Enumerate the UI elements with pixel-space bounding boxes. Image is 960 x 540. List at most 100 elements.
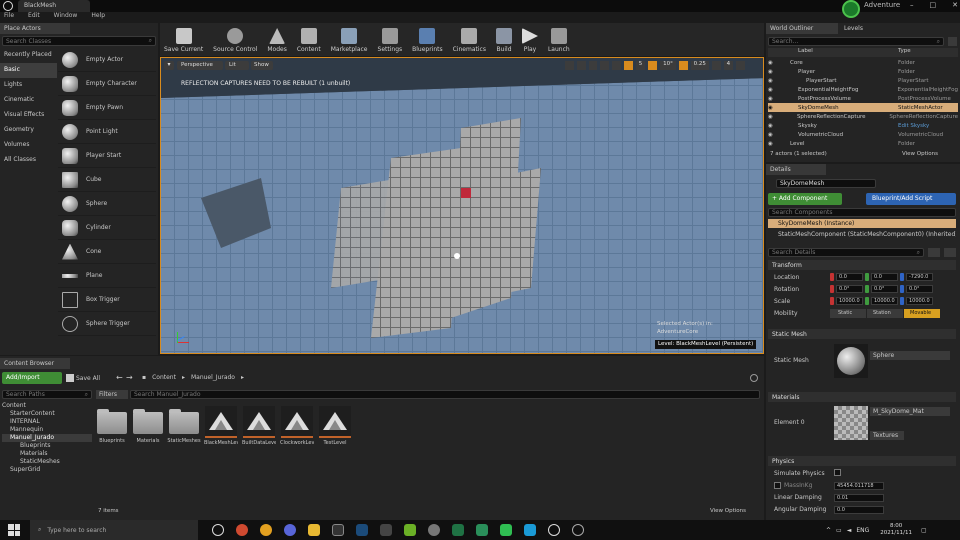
world-icon[interactable] bbox=[600, 61, 610, 70]
world-outliner-tab[interactable]: World Outliner bbox=[766, 23, 838, 34]
level-tab[interactable]: BlackMesh bbox=[18, 0, 90, 12]
mobility-stationary-button[interactable]: Station bbox=[867, 309, 903, 318]
actor-item-plane[interactable]: Plane bbox=[58, 264, 156, 288]
tree-internal[interactable]: INTERNAL bbox=[2, 418, 92, 426]
launch-button[interactable]: Launch bbox=[548, 26, 570, 53]
search-classes-input[interactable]: Search Classes ⌕ bbox=[2, 36, 156, 46]
category-recently-placed[interactable]: Recently Placed bbox=[0, 48, 57, 63]
mass-field[interactable]: 45454.011718 bbox=[834, 482, 884, 490]
visibility-eye-icon[interactable]: ◉ bbox=[768, 123, 782, 129]
asset-folder-blueprints[interactable]: Blueprints bbox=[96, 406, 128, 502]
cortana-icon[interactable] bbox=[212, 524, 224, 536]
play-button[interactable]: Play bbox=[521, 26, 538, 53]
static-mesh-dropdown[interactable]: Sphere bbox=[870, 351, 950, 360]
linear-damping-field[interactable]: 0.01 bbox=[834, 494, 884, 502]
menu-file[interactable]: File bbox=[4, 12, 14, 22]
close-icon[interactable]: ✕ bbox=[952, 1, 958, 10]
file-explorer-icon[interactable] bbox=[308, 524, 320, 536]
simulate-physics-checkbox[interactable] bbox=[834, 469, 841, 476]
static-mesh-section[interactable]: Static Mesh bbox=[768, 329, 956, 339]
add-component-button[interactable]: + Add Component bbox=[768, 193, 842, 205]
add-import-button[interactable]: Add/Import bbox=[2, 372, 62, 384]
input-language[interactable]: ENG bbox=[856, 527, 869, 534]
asset-level-blackmesh[interactable]: BlackMeshLevel bbox=[204, 406, 238, 502]
outliner-row[interactable]: ◉ Player Folder bbox=[768, 67, 958, 76]
asset-level-clockwork[interactable]: ClockworkLevel bbox=[280, 406, 314, 502]
breadcrumb-content[interactable]: Content bbox=[152, 374, 176, 381]
mass-checkbox[interactable] bbox=[774, 482, 781, 489]
marketplace-button[interactable]: Marketplace bbox=[331, 26, 368, 53]
history-back-icon[interactable]: ← bbox=[116, 373, 123, 382]
rotation-label[interactable]: Rotation bbox=[768, 286, 830, 293]
menu-window[interactable]: Window bbox=[54, 12, 78, 22]
unreal-engine-icon[interactable] bbox=[548, 524, 560, 536]
maximize-viewport-icon[interactable] bbox=[736, 61, 745, 70]
menu-edit[interactable]: Edit bbox=[28, 12, 40, 22]
search-paths-input[interactable]: Search Paths ⌕ bbox=[2, 390, 92, 399]
outliner-row[interactable]: ◉ SphereReflectionCapture SphereReflection… bbox=[768, 112, 958, 121]
scale-y-field[interactable]: 10000.0 bbox=[871, 297, 898, 305]
category-volumes[interactable]: Volumes bbox=[0, 138, 57, 153]
asset-level-builtdata[interactable]: BuiltDataLevel bbox=[242, 406, 276, 502]
terminal-icon[interactable] bbox=[332, 524, 344, 536]
physics-section[interactable]: Physics bbox=[768, 456, 956, 466]
blueprints-button[interactable]: Blueprints bbox=[412, 26, 443, 53]
actor-item-sphere[interactable]: Sphere bbox=[58, 192, 156, 216]
content-browser-tab[interactable]: Content Browser bbox=[0, 358, 70, 369]
actor-item-empty-character[interactable]: Empty Character bbox=[58, 72, 156, 96]
actor-item-player-start[interactable]: Player Start bbox=[58, 144, 156, 168]
material-thumbnail[interactable] bbox=[834, 406, 868, 440]
search-details-input[interactable]: Search Details ⌕ bbox=[768, 248, 924, 257]
taskbar-search-box[interactable]: ⌕ Type here to search bbox=[30, 520, 198, 540]
rotation-snap-value[interactable]: 10° bbox=[660, 61, 676, 70]
rotation-y-field[interactable]: 0.0° bbox=[871, 285, 898, 293]
notification-icon[interactable]: ▢ bbox=[921, 527, 927, 534]
viewport-options-button[interactable]: ▾ bbox=[164, 61, 174, 70]
perspective-button[interactable]: Perspective bbox=[177, 61, 223, 70]
volume-icon[interactable]: ◄ bbox=[847, 527, 852, 534]
outliner-row[interactable]: ◉ PostProcessVolume PostProcessVolume bbox=[768, 94, 958, 103]
tree-mannequin[interactable]: Mannequin bbox=[2, 426, 92, 434]
save-all-button[interactable]: Save All bbox=[66, 372, 106, 384]
category-geometry[interactable]: Geometry bbox=[0, 123, 57, 138]
details-tab[interactable]: Details bbox=[766, 164, 826, 175]
actor-item-empty-pawn[interactable]: Empty Pawn bbox=[58, 96, 156, 120]
location-label[interactable]: Location bbox=[768, 274, 830, 281]
save-current-button[interactable]: Save Current bbox=[164, 26, 203, 53]
level-viewport[interactable]: ▾ Perspective Lit Show 5 10° 0.25 4 REFL… bbox=[160, 57, 764, 354]
settings-icon[interactable] bbox=[572, 524, 584, 536]
steam-icon[interactable] bbox=[356, 524, 368, 536]
translate-icon[interactable] bbox=[565, 61, 574, 70]
location-x-field[interactable]: 0.0 bbox=[836, 273, 863, 281]
visibility-eye-icon[interactable]: ◉ bbox=[768, 96, 782, 102]
mobility-movable-button[interactable]: Movable bbox=[904, 309, 940, 318]
app-icon[interactable] bbox=[524, 524, 536, 536]
scale-label[interactable]: Scale bbox=[768, 298, 830, 305]
settings-button[interactable]: Settings bbox=[378, 26, 402, 53]
actor-item-cylinder[interactable]: Cylinder bbox=[58, 216, 156, 240]
mobility-static-button[interactable]: Static bbox=[830, 309, 866, 318]
menu-help[interactable]: Help bbox=[91, 12, 105, 22]
scale-icon[interactable] bbox=[588, 61, 598, 70]
rotate-icon[interactable] bbox=[576, 61, 586, 70]
modes-button[interactable]: Modes bbox=[267, 26, 287, 53]
asset-folder-staticmeshes[interactable]: StaticMeshes bbox=[167, 406, 201, 502]
grid-snap-value[interactable]: 5 bbox=[635, 61, 646, 70]
category-cinematic[interactable]: Cinematic bbox=[0, 93, 57, 108]
tree-blueprints[interactable]: Blueprints bbox=[2, 442, 92, 450]
col-label[interactable]: Label bbox=[768, 48, 898, 57]
outliner-row[interactable]: ◉ Core Folder bbox=[768, 58, 958, 67]
blueprint-add-script-button[interactable]: Blueprint/Add Script bbox=[866, 193, 956, 205]
windows-start-icon[interactable] bbox=[8, 524, 20, 536]
category-basic[interactable]: Basic bbox=[0, 63, 57, 78]
material-dropdown[interactable]: M_SkyDome_Mat bbox=[870, 407, 950, 416]
outliner-row[interactable]: ◉ PlayerStart PlayerStart bbox=[768, 76, 958, 85]
transform-section[interactable]: Transform bbox=[768, 260, 956, 270]
cinematics-button[interactable]: Cinematics bbox=[453, 26, 486, 53]
asset-search-input[interactable]: Search Manuel_Jurado bbox=[130, 390, 760, 399]
tree-manuel-jurado[interactable]: Manuel_Jurado bbox=[2, 434, 92, 442]
category-lights[interactable]: Lights bbox=[0, 78, 57, 93]
visibility-eye-icon[interactable]: ◉ bbox=[768, 132, 782, 138]
actor-item-box-trigger[interactable]: Box Trigger bbox=[58, 288, 156, 312]
window-controls[interactable]: – □ ✕ bbox=[910, 1, 958, 10]
